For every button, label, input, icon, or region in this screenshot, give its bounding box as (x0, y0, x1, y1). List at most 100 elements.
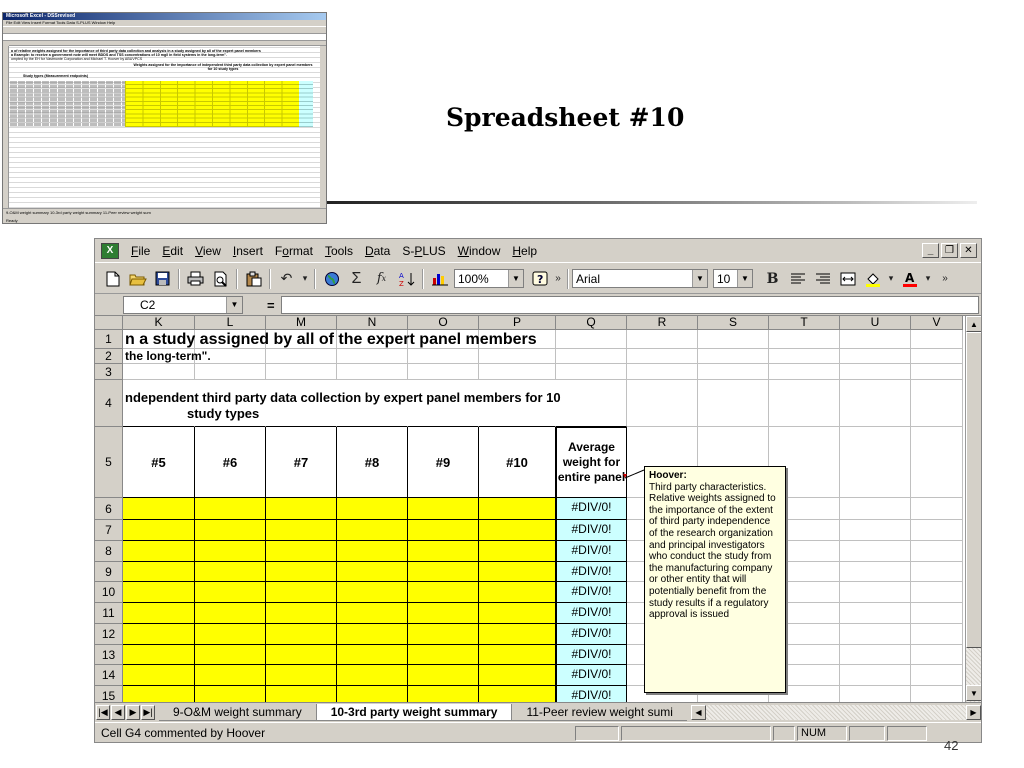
minimize-icon[interactable]: _ (922, 243, 939, 258)
yellow-input-cell[interactable] (266, 624, 337, 645)
average-weight-cell[interactable]: #DIV/0! (556, 665, 627, 686)
yellow-input-cell[interactable] (408, 498, 479, 520)
menu-view[interactable]: View (189, 240, 227, 262)
average-weight-cell[interactable]: #DIV/0! (556, 645, 627, 665)
average-weight-cell[interactable]: #DIV/0! (556, 562, 627, 582)
cell[interactable] (627, 330, 698, 349)
yellow-input-cell[interactable] (195, 645, 266, 665)
new-file-icon[interactable] (101, 268, 124, 290)
average-weight-cell[interactable]: #DIV/0! (556, 498, 627, 520)
cell[interactable] (840, 520, 911, 541)
average-weight-cell[interactable]: #DIV/0! (556, 582, 627, 603)
menu-window[interactable]: Window (452, 240, 507, 262)
menu-file[interactable]: File (125, 240, 156, 262)
column-header-p[interactable]: P (479, 316, 556, 330)
yellow-input-cell[interactable] (195, 665, 266, 686)
column-header-u[interactable]: U (840, 316, 911, 330)
yellow-input-cell[interactable] (266, 520, 337, 541)
yellow-input-cell[interactable] (337, 645, 408, 665)
yellow-input-cell[interactable] (408, 686, 479, 702)
cell[interactable] (840, 686, 911, 702)
cell[interactable] (479, 364, 556, 380)
cell[interactable] (627, 380, 698, 427)
cell[interactable] (911, 665, 963, 686)
study-type-header[interactable]: #9 (408, 427, 479, 498)
cell[interactable] (627, 364, 698, 380)
yellow-input-cell[interactable] (337, 624, 408, 645)
row-header[interactable]: 8 (95, 541, 123, 562)
save-icon[interactable] (151, 268, 174, 290)
column-header-n[interactable]: N (337, 316, 408, 330)
more-buttons-icon[interactable]: » (553, 268, 563, 290)
menu-help[interactable]: Help (506, 240, 543, 262)
cell[interactable] (840, 645, 911, 665)
sheet-tab[interactable]: 10-3rd party weight summary (315, 703, 513, 721)
yellow-input-cell[interactable] (266, 562, 337, 582)
cell[interactable] (123, 364, 195, 380)
select-all-corner[interactable] (95, 316, 123, 330)
cell[interactable] (556, 380, 627, 427)
cell[interactable] (266, 349, 337, 364)
cell[interactable] (840, 380, 911, 427)
align-left-icon[interactable] (786, 268, 809, 290)
next-sheet-icon[interactable]: ▶ (126, 704, 140, 720)
row-header[interactable]: 13 (95, 645, 123, 665)
cell[interactable] (911, 349, 963, 364)
yellow-input-cell[interactable] (123, 624, 195, 645)
horizontal-scrollbar[interactable]: ◀ ▶ (690, 704, 981, 720)
cell[interactable] (911, 427, 963, 498)
font-name-select[interactable]: Arial ▼ (572, 269, 708, 288)
chevron-down-icon[interactable]: ▼ (737, 270, 752, 287)
row-header[interactable]: 4 (95, 380, 123, 427)
yellow-input-cell[interactable] (408, 582, 479, 603)
cell[interactable] (911, 541, 963, 562)
column-header-q[interactable]: Q (556, 316, 627, 330)
yellow-input-cell[interactable] (123, 498, 195, 520)
cell[interactable] (840, 427, 911, 498)
yellow-input-cell[interactable] (195, 562, 266, 582)
yellow-input-cell[interactable] (479, 603, 556, 624)
print-icon[interactable] (184, 268, 207, 290)
yellow-input-cell[interactable] (195, 520, 266, 541)
yellow-input-cell[interactable] (408, 541, 479, 562)
font-color-dropdown-icon[interactable]: ▾ (923, 268, 933, 290)
yellow-input-cell[interactable] (195, 603, 266, 624)
yellow-input-cell[interactable] (195, 582, 266, 603)
cell-comment[interactable]: Hoover: Third party characteristics. Rela… (644, 466, 786, 693)
yellow-input-cell[interactable] (266, 541, 337, 562)
menu-tools[interactable]: Tools (319, 240, 359, 262)
cell[interactable] (840, 665, 911, 686)
study-type-header[interactable]: #10 (479, 427, 556, 498)
cell[interactable] (698, 380, 769, 427)
row-header[interactable]: 10 (95, 582, 123, 603)
cell[interactable] (769, 364, 840, 380)
cell[interactable] (769, 330, 840, 349)
study-type-header[interactable]: #5 (123, 427, 195, 498)
yellow-input-cell[interactable] (195, 686, 266, 702)
more-buttons-icon[interactable]: » (940, 268, 950, 290)
menu-insert[interactable]: Insert (227, 240, 269, 262)
cell[interactable] (408, 349, 479, 364)
cell[interactable] (911, 686, 963, 702)
cell[interactable] (911, 380, 963, 427)
row-header[interactable]: 2 (95, 349, 123, 364)
menu-splus[interactable]: S-PLUS (396, 240, 451, 262)
yellow-input-cell[interactable] (123, 541, 195, 562)
bold-button[interactable]: B (761, 268, 784, 290)
cell[interactable] (840, 498, 911, 520)
row-header[interactable]: 11 (95, 603, 123, 624)
help-icon[interactable]: ? (528, 268, 551, 290)
yellow-input-cell[interactable] (408, 562, 479, 582)
cell[interactable] (556, 364, 627, 380)
cell[interactable] (911, 520, 963, 541)
paste-icon[interactable] (242, 268, 265, 290)
cell[interactable] (698, 330, 769, 349)
yellow-input-cell[interactable] (123, 665, 195, 686)
row-header[interactable]: 14 (95, 665, 123, 686)
yellow-input-cell[interactable] (479, 520, 556, 541)
cell[interactable] (840, 330, 911, 349)
yellow-input-cell[interactable] (337, 582, 408, 603)
yellow-input-cell[interactable] (408, 624, 479, 645)
yellow-input-cell[interactable] (408, 665, 479, 686)
study-type-header[interactable]: #7 (266, 427, 337, 498)
